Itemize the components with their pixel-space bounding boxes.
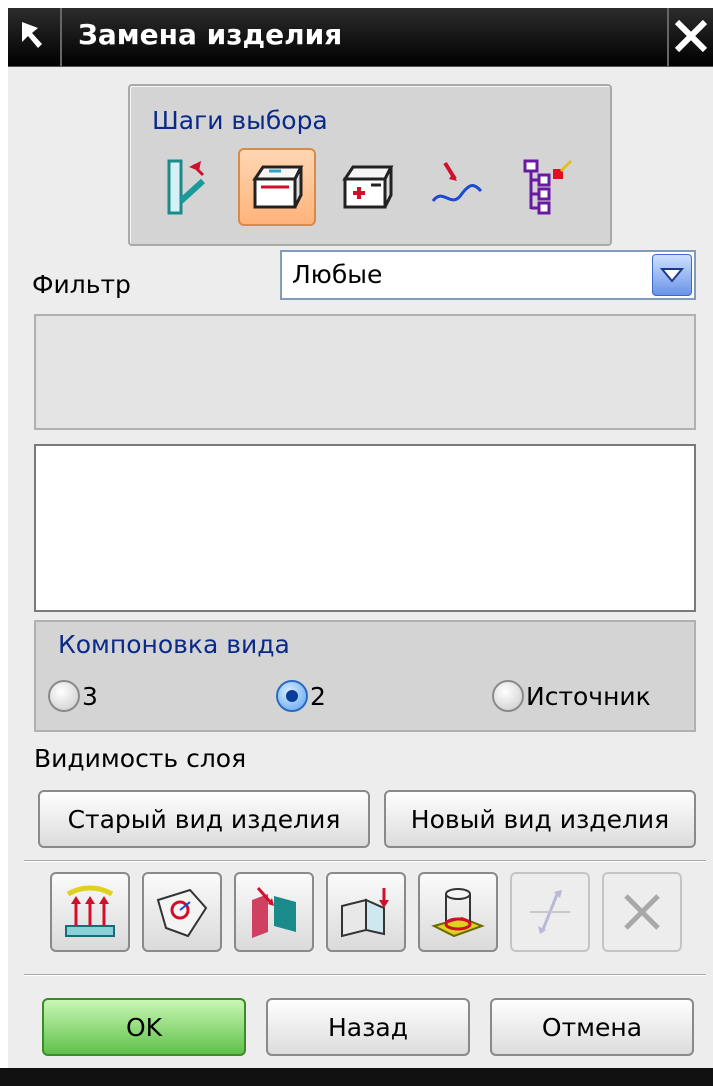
title-bar: Замена изделия: [8, 8, 713, 67]
layout-option-2[interactable]: 2: [276, 680, 326, 712]
view-layout-group: Компоновка вида 3 2 Источник: [34, 620, 696, 732]
layout-option-label: Источник: [526, 681, 651, 711]
radio-unchecked-icon[interactable]: [492, 680, 524, 712]
layout-option-source[interactable]: Источник: [492, 680, 651, 712]
select-step-2-icon[interactable]: [238, 148, 316, 226]
fold-arrow-icon[interactable]: [326, 872, 406, 952]
selection-steps-group: Шаги выбора: [128, 84, 612, 246]
bottom-border: [0, 1068, 713, 1086]
new-component-view-button[interactable]: Новый вид изделия: [384, 790, 696, 848]
selection-info-panel: [34, 314, 696, 430]
window-title: Замена изделия: [78, 18, 343, 51]
move-faces-icon[interactable]: [234, 872, 314, 952]
align-vectors-icon[interactable]: [50, 872, 130, 952]
divider: [24, 860, 706, 862]
radio-unchecked-icon[interactable]: [48, 680, 80, 712]
radio-checked-icon[interactable]: [276, 680, 308, 712]
back-button[interactable]: Назад: [266, 998, 470, 1056]
filter-dropdown[interactable]: Любые: [280, 250, 696, 300]
filter-value: Любые: [292, 260, 383, 289]
view-layout-label: Компоновка вида: [58, 630, 290, 659]
layout-option-3[interactable]: 3: [48, 680, 98, 712]
layer-visibility-label: Видимость слоя: [34, 744, 247, 773]
close-icon[interactable]: [667, 8, 713, 66]
swap-arrows-icon: [510, 872, 590, 952]
select-step-5-icon[interactable]: [508, 148, 586, 226]
select-step-3-icon[interactable]: [328, 148, 406, 226]
replace-component-dialog: Замена изделия Шаги выбора Фильтр Любые …: [8, 8, 713, 1086]
ok-button[interactable]: OK: [42, 998, 246, 1056]
select-step-4-icon[interactable]: [418, 148, 496, 226]
cancel-button[interactable]: Отмена: [490, 998, 694, 1056]
select-step-1-icon[interactable]: [148, 148, 226, 226]
selection-steps-label: Шаги выбора: [152, 106, 328, 135]
old-component-view-button[interactable]: Старый вид изделия: [38, 790, 370, 848]
cylinder-plane-icon[interactable]: [418, 872, 498, 952]
component-list-box[interactable]: [34, 444, 696, 612]
filter-label: Фильтр: [32, 270, 131, 299]
divider: [24, 974, 706, 976]
chevron-down-icon[interactable]: [652, 254, 692, 296]
layout-option-label: 2: [310, 681, 326, 711]
delete-icon: [602, 872, 682, 952]
surface-point-icon[interactable]: [142, 872, 222, 952]
pin-arrow-icon[interactable]: [8, 8, 62, 66]
layout-option-label: 3: [82, 681, 98, 711]
